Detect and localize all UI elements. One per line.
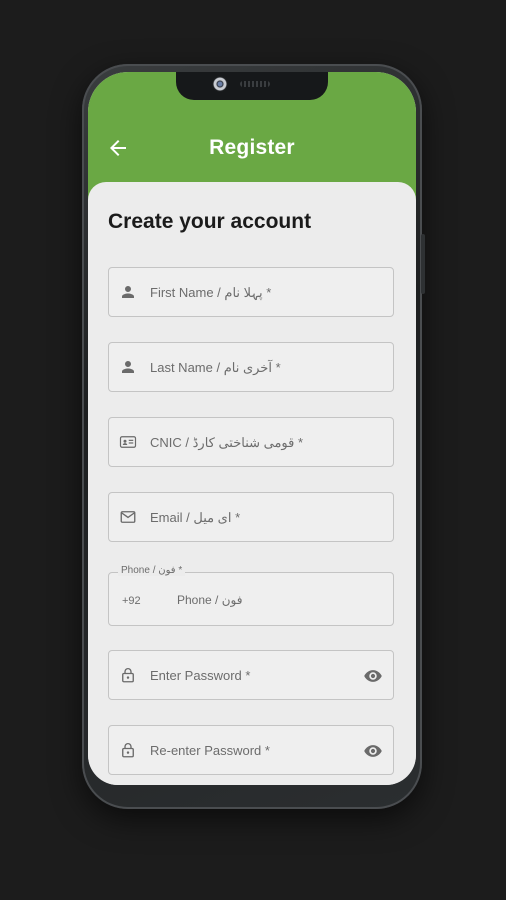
password-placeholder: Enter Password * bbox=[150, 668, 251, 683]
app-screen: Register Create your account First Name … bbox=[88, 72, 416, 785]
id-card-icon bbox=[119, 436, 137, 448]
confirm-password-field[interactable]: Re-enter Password * bbox=[108, 725, 394, 775]
email-placeholder: Email / ای میل * bbox=[150, 510, 241, 525]
email-field[interactable]: Email / ای میل * bbox=[108, 492, 394, 542]
person-icon bbox=[122, 361, 134, 373]
page-title: Register bbox=[209, 136, 295, 159]
phone-label: Phone / فون * bbox=[118, 565, 186, 576]
phone-side-button bbox=[421, 234, 425, 294]
phone-field[interactable]: Phone / فون * +92 Phone / فون bbox=[108, 565, 394, 626]
confirm-password-placeholder: Re-enter Password * bbox=[150, 743, 270, 758]
cnic-field[interactable]: CNIC / قومی شناختی کارڈ * bbox=[108, 417, 394, 467]
register-form-card: Create your account First Name / پہلا نا… bbox=[88, 182, 416, 785]
first-name-placeholder: First Name / پہلا نام * bbox=[150, 285, 272, 300]
front-camera bbox=[212, 76, 228, 92]
mail-icon bbox=[120, 511, 136, 523]
eye-icon[interactable] bbox=[363, 666, 383, 686]
person-icon bbox=[122, 286, 134, 298]
last-name-field[interactable]: Last Name / آخری نام * bbox=[108, 342, 394, 392]
country-code[interactable]: +92 bbox=[122, 595, 141, 607]
lock-icon bbox=[122, 743, 134, 758]
phone-placeholder: Phone / فون bbox=[177, 593, 243, 607]
phone-notch bbox=[176, 72, 328, 100]
password-field[interactable]: Enter Password * bbox=[108, 650, 394, 700]
form-heading: Create your account bbox=[108, 210, 312, 233]
phone-frame: Register Create your account First Name … bbox=[82, 64, 425, 809]
cnic-placeholder: CNIC / قومی شناختی کارڈ * bbox=[150, 435, 304, 450]
first-name-field[interactable]: First Name / پہلا نام * bbox=[108, 267, 394, 317]
lock-icon bbox=[122, 668, 134, 683]
speaker-grille bbox=[240, 81, 270, 87]
last-name-placeholder: Last Name / آخری نام * bbox=[150, 360, 281, 375]
eye-icon[interactable] bbox=[363, 741, 383, 761]
